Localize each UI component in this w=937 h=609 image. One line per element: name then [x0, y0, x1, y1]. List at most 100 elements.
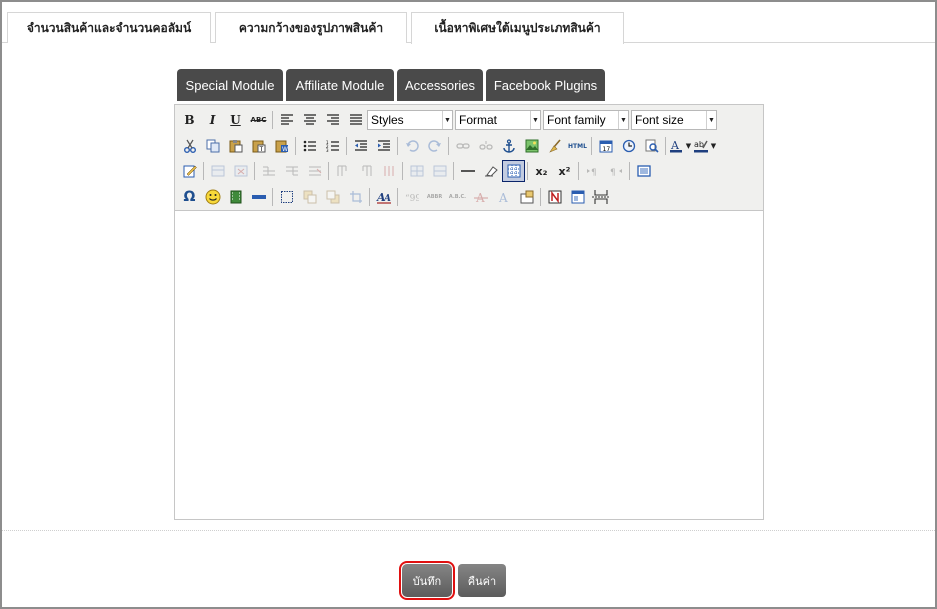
- format-dropdown[interactable]: Format ▼: [455, 110, 541, 130]
- toolbar-separator: [397, 188, 398, 206]
- bold-button[interactable]: B: [178, 109, 201, 131]
- cut-icon[interactable]: [178, 135, 201, 157]
- align-center-icon[interactable]: [298, 109, 321, 131]
- table-split-cells-icon[interactable]: [405, 160, 428, 182]
- tab-special-content[interactable]: เนื้อหาพิเศษใต้เมนูประเภทสินค้า: [411, 12, 624, 44]
- unlink-icon[interactable]: [474, 135, 497, 157]
- align-right-icon[interactable]: [321, 109, 344, 131]
- visual-aid-icon[interactable]: [502, 160, 525, 182]
- table-col-after-icon[interactable]: [354, 160, 377, 182]
- attributes-icon[interactable]: [515, 186, 538, 208]
- text-color-icon[interactable]: A: [668, 135, 684, 157]
- svg-text:“99: “99: [405, 193, 419, 202]
- chevron-down-icon[interactable]: ▼: [709, 135, 718, 157]
- svg-text:W: W: [282, 146, 288, 153]
- move-forward-icon[interactable]: [298, 186, 321, 208]
- table-delete-row-icon[interactable]: [303, 160, 326, 182]
- table-merge-cells-icon[interactable]: [428, 160, 451, 182]
- indent-icon[interactable]: [372, 135, 395, 157]
- editor-toolbar: B I U ABC Styles ▼ Format ▼ Font family ▼ F…: [175, 105, 763, 211]
- insert-date-icon[interactable]: 17: [594, 135, 617, 157]
- align-justify-icon[interactable]: [344, 109, 367, 131]
- highlight-color-icon[interactable]: ab: [693, 135, 709, 157]
- subtab-accessories[interactable]: Accessories: [397, 69, 483, 101]
- undo-icon[interactable]: [400, 135, 423, 157]
- html-source-button[interactable]: HTML: [566, 135, 589, 157]
- subscript-button[interactable]: x₂: [530, 160, 553, 182]
- horizontal-line-icon[interactable]: [247, 186, 270, 208]
- paste-text-icon[interactable]: T: [247, 135, 270, 157]
- paste-icon[interactable]: [224, 135, 247, 157]
- insert-layer-icon[interactable]: [206, 160, 229, 182]
- tab-product-columns[interactable]: จำนวนสินค้าและจำนวนคอลัมน์: [7, 12, 211, 43]
- underline-button[interactable]: U: [224, 109, 247, 131]
- delete-layer-icon[interactable]: [229, 160, 252, 182]
- superscript-button[interactable]: x²: [553, 160, 576, 182]
- copy-icon[interactable]: [201, 135, 224, 157]
- anchor-icon[interactable]: [497, 135, 520, 157]
- svg-text:3: 3: [326, 148, 329, 152]
- strikethrough-button[interactable]: ABC: [247, 109, 270, 131]
- horizontal-rule-icon[interactable]: [456, 160, 479, 182]
- font-size-dropdown[interactable]: Font size ▼: [631, 110, 717, 130]
- non-breaking-icon[interactable]: [543, 186, 566, 208]
- table-row-after-icon[interactable]: [280, 160, 303, 182]
- subtab-special-module[interactable]: Special Module: [177, 69, 283, 101]
- chevron-down-icon[interactable]: ▼: [684, 135, 693, 157]
- reset-button[interactable]: คืนค่า: [458, 564, 506, 597]
- template-icon[interactable]: [566, 186, 589, 208]
- media-icon[interactable]: [224, 186, 247, 208]
- link-icon[interactable]: [451, 135, 474, 157]
- font-family-dropdown[interactable]: Font family ▼: [543, 110, 629, 130]
- dropdown-label: Font size: [635, 113, 684, 127]
- settings-panel: จำนวนสินค้าและจำนวนคอลัมน์ ความกว้างของร…: [0, 0, 937, 609]
- outdent-icon[interactable]: [349, 135, 372, 157]
- tab-image-width[interactable]: ความกว้างของรูปภาพสินค้า: [215, 12, 407, 43]
- abbr-button[interactable]: ABBR: [423, 186, 446, 208]
- toolbar-separator: [203, 162, 204, 180]
- cleanup-icon[interactable]: [543, 135, 566, 157]
- table-delete-col-icon[interactable]: [377, 160, 400, 182]
- preview-icon[interactable]: [640, 135, 663, 157]
- italic-button[interactable]: I: [201, 109, 224, 131]
- move-backward-icon[interactable]: [321, 186, 344, 208]
- page-break-icon[interactable]: [589, 186, 612, 208]
- cite-icon[interactable]: “99: [400, 186, 423, 208]
- emoticon-icon[interactable]: [201, 186, 224, 208]
- toolbar-separator: [369, 188, 370, 206]
- paste-word-icon[interactable]: W: [270, 135, 293, 157]
- fullscreen-icon[interactable]: [632, 160, 655, 182]
- table-col-before-icon[interactable]: [331, 160, 354, 182]
- insert-time-icon[interactable]: [617, 135, 640, 157]
- rtl-icon[interactable]: ¶: [604, 160, 627, 182]
- toolbar-row-4: Ω AA “99 ABBR A.B.C. A A: [178, 185, 612, 209]
- subtab-affiliate-module[interactable]: Affiliate Module: [286, 69, 394, 101]
- ltr-icon[interactable]: ¶: [581, 160, 604, 182]
- toolbar-separator: [295, 137, 296, 155]
- special-char-button[interactable]: Ω: [178, 186, 201, 208]
- chevron-down-icon: ▼: [442, 111, 452, 129]
- insert-layer-box-icon[interactable]: [275, 186, 298, 208]
- tab-label: ความกว้างของรูปภาพสินค้า: [238, 20, 384, 35]
- numbered-list-icon[interactable]: 123: [321, 135, 344, 157]
- bullet-list-icon[interactable]: [298, 135, 321, 157]
- delete-text-icon[interactable]: A: [469, 186, 492, 208]
- image-icon[interactable]: [520, 135, 543, 157]
- settings-tabs: จำนวนสินค้าและจำนวนคอลัมน์ ความกว้างของร…: [2, 10, 935, 44]
- redo-icon[interactable]: [423, 135, 446, 157]
- style-props-icon[interactable]: AA: [372, 186, 395, 208]
- insert-text-icon[interactable]: A: [492, 186, 515, 208]
- edit-icon[interactable]: [178, 160, 201, 182]
- remove-format-icon[interactable]: [479, 160, 502, 182]
- toolbar-separator: [346, 137, 347, 155]
- acronym-button[interactable]: A.B.C.: [446, 186, 469, 208]
- chevron-down-icon: ▼: [618, 111, 628, 129]
- subtab-facebook-plugins[interactable]: Facebook Plugins: [486, 69, 605, 101]
- absolute-position-icon[interactable]: [344, 186, 367, 208]
- toolbar-separator: [397, 137, 398, 155]
- styles-dropdown[interactable]: Styles ▼: [367, 110, 453, 130]
- table-row-before-icon[interactable]: [257, 160, 280, 182]
- save-button[interactable]: บันทึก: [399, 561, 455, 600]
- editor-content-area[interactable]: [175, 212, 763, 519]
- align-left-icon[interactable]: [275, 109, 298, 131]
